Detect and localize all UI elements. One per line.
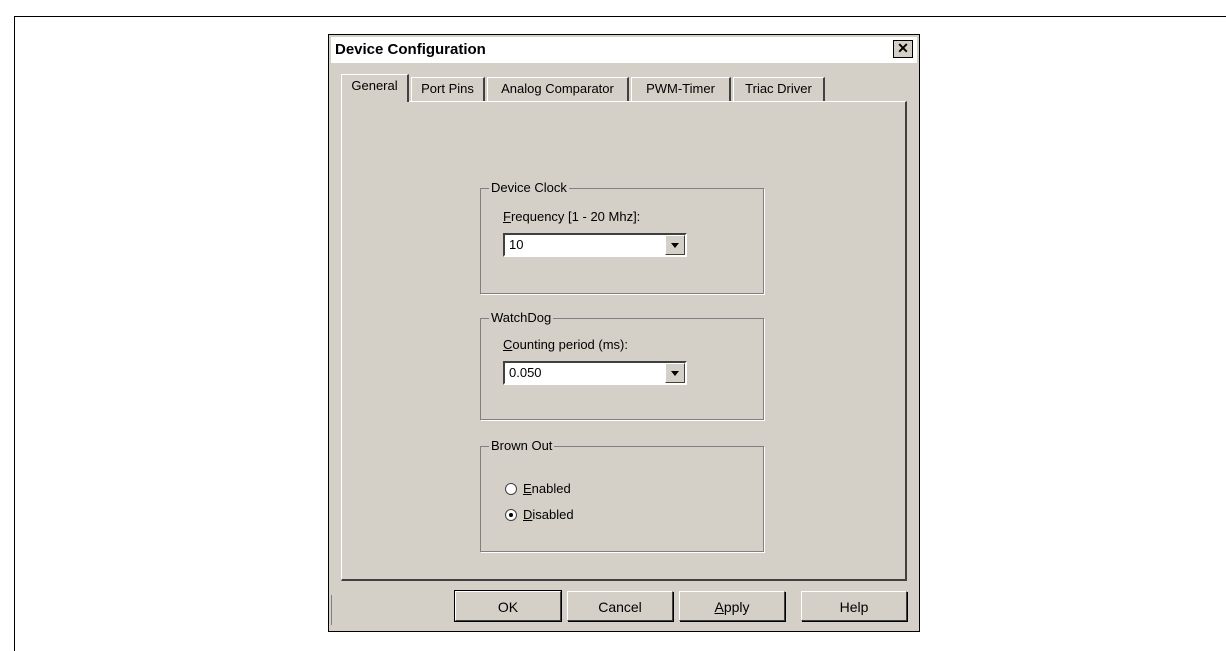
tab-pwm-timer[interactable]: PWM-Timer <box>631 77 731 101</box>
chevron-down-icon[interactable] <box>665 235 685 255</box>
brown-out-title: Brown Out <box>489 438 555 454</box>
title-bar: Device Configuration ✕ <box>331 37 917 63</box>
dialog-title: Device Configuration <box>335 41 486 58</box>
radio-enabled[interactable]: Enabled <box>505 481 571 497</box>
chevron-down-icon[interactable] <box>665 363 685 383</box>
general-tab-panel: Device Clock Frequency [1 - 20 Mhz]: 10 … <box>341 101 907 581</box>
tab-port-pins[interactable]: Port Pins <box>411 77 485 101</box>
help-button[interactable]: Help <box>801 591 907 621</box>
radio-button-icon[interactable] <box>505 483 517 495</box>
watchdog-group: WatchDog Counting period (ms): 0.050 <box>480 310 764 420</box>
close-icon: ✕ <box>897 40 909 56</box>
frequency-value: 10 <box>509 237 524 252</box>
radio-disabled[interactable]: Disabled <box>505 507 574 523</box>
resize-divider <box>331 595 332 625</box>
watchdog-title: WatchDog <box>489 310 554 326</box>
counting-period-select[interactable]: 0.050 <box>503 361 687 385</box>
frequency-label: Frequency [1 - 20 Mhz]: <box>503 209 641 224</box>
frequency-select[interactable]: 10 <box>503 233 687 257</box>
radio-button-checked-icon[interactable] <box>505 509 517 521</box>
tab-analog-comparator[interactable]: Analog Comparator <box>487 77 629 101</box>
cancel-button[interactable]: Cancel <box>567 591 673 621</box>
device-clock-group: Device Clock Frequency [1 - 20 Mhz]: 10 <box>480 180 764 294</box>
close-button[interactable]: ✕ <box>893 40 913 58</box>
apply-button[interactable]: Apply <box>679 591 785 621</box>
device-clock-title: Device Clock <box>489 180 569 196</box>
brown-out-group: Brown Out Enabled Disabled <box>480 438 764 552</box>
counting-period-label: Counting period (ms): <box>503 337 629 352</box>
counting-period-value: 0.050 <box>509 365 542 380</box>
device-configuration-dialog: Device Configuration ✕ General Port Pins… <box>328 34 920 632</box>
tab-triac-driver[interactable]: Triac Driver <box>733 77 825 101</box>
tab-general[interactable]: General <box>341 74 409 102</box>
ok-button[interactable]: OK <box>454 590 562 622</box>
